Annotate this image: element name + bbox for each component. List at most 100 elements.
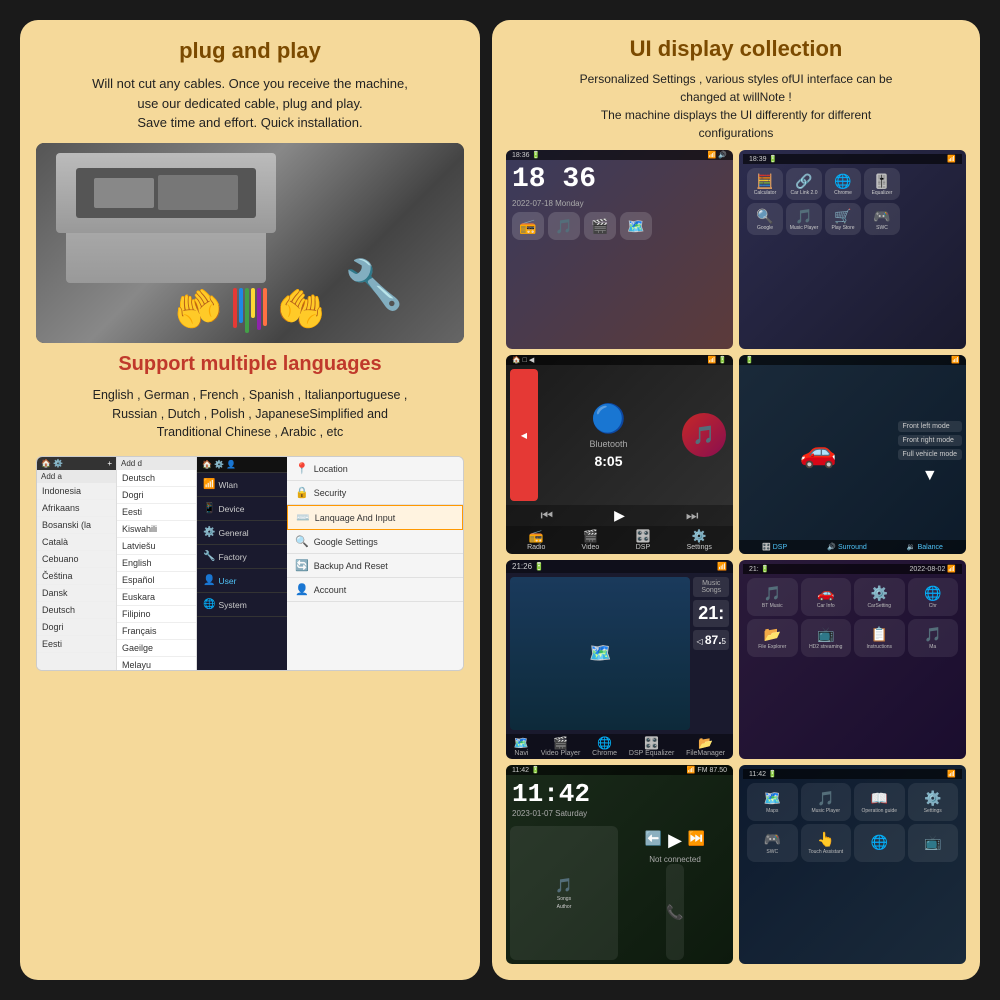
settings-language-input[interactable]: ⌨️ Lanquage And Input xyxy=(287,505,463,530)
front-left-mode[interactable]: Front left mode xyxy=(898,421,962,432)
bt-label: Bluetooth xyxy=(589,439,627,449)
app3-settings: ⚙️Settings xyxy=(908,783,959,821)
car-modes: Front left mode Front right mode Full ve… xyxy=(898,369,962,536)
settings-screenshot: 🏠⚙️+ Add a Indonesia Afrikaans Bosanski … xyxy=(36,456,464,671)
cell1-icons: 📻 🎵 🎬 🗺️ xyxy=(506,208,733,244)
settings-menu-col: 🏠 ⚙️ 👤 📶Wlan 📱Device ⚙️General 🔧Factory … xyxy=(197,457,287,670)
settings-device[interactable]: 📱Device xyxy=(197,497,287,521)
nav-time: 21: xyxy=(693,600,729,627)
bt-next[interactable]: ⏭ xyxy=(686,507,699,524)
ui-cell-app-grid-3: 11:42 🔋📶 🗺️Maps 🎵Music Player 📖Operation… xyxy=(739,765,966,964)
status-bar-1: 18:36 🔋📶 🔊 xyxy=(506,150,733,160)
clock2-songs: 🎵 Songs Author xyxy=(510,826,618,960)
nav-navi: 🗺️Navi xyxy=(514,736,529,757)
settings-system[interactable]: 🌐System xyxy=(197,593,287,617)
nav-top: 21:26 🔋📶 xyxy=(506,560,733,573)
nav-main: 🗺️ Music Songs 21: ◁ 87.5 xyxy=(506,573,733,734)
bt-center: 🔵 Bluetooth 8:05 xyxy=(541,369,676,501)
ui-cell-app-grid-2: 21: 🔋2022-08-02 📶 🎵BT Music 🚗Car Info ⚙️… xyxy=(739,560,966,759)
nav-chrome: 🌐Chrome xyxy=(592,736,617,757)
app2-hd2: 📺HD2 streaming xyxy=(801,619,852,657)
surround-item: 🔊 Surround xyxy=(827,543,866,551)
plug-play-title: plug and play xyxy=(36,38,464,64)
app-playstore: 🛒Play Store xyxy=(825,203,861,235)
ui-cell-navigation: 21:26 🔋📶 🗺️ Music Songs 21: ◁ 87.5 xyxy=(506,560,733,759)
car-main: 🚗 Front left mode Front right mode Full … xyxy=(739,365,966,540)
bt-nav-dsp: 🎛️DSP xyxy=(635,529,650,551)
app-carlink: 🔗Car Link 2.0 xyxy=(786,168,822,200)
app-grid-container: 🧮Calculator 🔗Car Link 2.0 🌐Chrome 🎚️Equa… xyxy=(743,164,962,242)
app3-touch-assistant: 👆Touch Assistant xyxy=(801,824,852,862)
bt-time: 8:05 xyxy=(594,453,622,469)
settings-user[interactable]: 👤User xyxy=(197,569,287,593)
app3-extra1: 🌐 xyxy=(854,824,905,862)
nav-video-player: 🎬Video Player xyxy=(541,736,581,757)
right-panel: UI display collection Personalized Setti… xyxy=(492,20,980,980)
app2-car-setting: ⚙️CarSetting xyxy=(854,578,905,616)
car-down-arrow: ▼ xyxy=(898,467,962,485)
ui-cell-clock2: 11:42 🔋📶 FM 87.50 11:42 2023-01-07 Satur… xyxy=(506,765,733,964)
dsp-bar: 🎛️ DSP 🔊 Surround 🔉 Balance xyxy=(739,540,966,554)
settings-location[interactable]: 📍 Location xyxy=(287,457,463,481)
bt-album-art: 🎵 xyxy=(682,413,726,457)
app3-extra2: 📺 xyxy=(908,824,959,862)
status-bar-4: 🔋📶 xyxy=(739,355,966,365)
settings-factory[interactable]: 🔧Factory xyxy=(197,545,287,569)
bt-right: 🎵 xyxy=(679,369,729,501)
nav-music-info: Music Songs xyxy=(693,577,729,597)
nav-speed: ◁ 87.5 xyxy=(693,630,729,650)
settings-google[interactable]: 🔍 Google Settings xyxy=(287,530,463,554)
radio-icon-cell1: 📻 xyxy=(512,212,544,240)
app2-bt-music: 🎵BT Music xyxy=(747,578,798,616)
cell1-date: 2022-07-18 Monday xyxy=(506,199,733,208)
clock2-prev[interactable]: ⬅️ xyxy=(645,830,662,851)
bt-nav-settings: ⚙️Settings xyxy=(687,529,712,551)
clock2-time: 11:42 xyxy=(512,779,590,809)
settings-wlan[interactable]: 📶Wlan xyxy=(197,473,287,497)
bluetooth-icon: 🔵 xyxy=(591,402,626,435)
lang-title: Support multiple languages xyxy=(36,353,464,376)
app-grid-2-container: 🎵BT Music 🚗Car Info ⚙️CarSetting 🌐Chr 📂F… xyxy=(743,574,962,661)
status-bar-3: 🏠 □ ◀📶 🔋 xyxy=(506,355,733,365)
clock2-not-connected: Not connected xyxy=(649,855,701,864)
clock2-bottom: 🎵 Songs Author ⬅️ ▶ ⏭️ Not connected 📞 xyxy=(506,822,733,964)
settings-general[interactable]: ⚙️General xyxy=(197,521,287,545)
clock2-top: 11:42 2023-01-07 Saturday xyxy=(506,775,733,822)
clock2-play[interactable]: ▶ xyxy=(668,830,682,851)
front-right-mode[interactable]: Front right mode xyxy=(898,435,962,446)
ui-cell-clock-music: 18:36 🔋📶 🔊 18 36 2022-07-18 Monday 📻 🎵 🎬… xyxy=(506,150,733,349)
app-grid-3-container: 🗺️Maps 🎵Music Player 📖Operation guide ⚙️… xyxy=(743,779,962,866)
app-google: 🔍Google xyxy=(747,203,783,235)
left-panel: plug and play Will not cut any cables. O… xyxy=(20,20,480,980)
app2-ma: 🎵Ma xyxy=(908,619,959,657)
clock2-next[interactable]: ⏭️ xyxy=(688,830,705,851)
settings-account[interactable]: 👤 Account xyxy=(287,578,463,602)
main-container: plug and play Will not cut any cables. O… xyxy=(10,10,990,990)
app-music-player: 🎵Music Player xyxy=(786,203,822,235)
bt-main: ◀ 🔵 Bluetooth 8:05 🎵 xyxy=(506,365,733,505)
settings-security[interactable]: 🔒 Security xyxy=(287,481,463,505)
status-bar-7: 11:42 🔋📶 FM 87.50 xyxy=(506,765,733,775)
ui-collection-title: UI display collection xyxy=(506,36,966,62)
music-icon-cell1: 🎵 xyxy=(548,212,580,240)
app2-instructions: 📋Instructions xyxy=(854,619,905,657)
car-display: 🚗 xyxy=(743,369,894,536)
plug-play-desc: Will not cut any cables. Once you receiv… xyxy=(36,74,464,133)
app2-chrome: 🌐Chr xyxy=(908,578,959,616)
bt-prev[interactable]: ⏮ xyxy=(541,507,554,524)
bt-nav-radio: 📻Radio xyxy=(527,529,545,551)
app-swc: 🎮SWC xyxy=(864,203,900,235)
app-row-2: 🔍Google 🎵Music Player 🛒Play Store 🎮SWC xyxy=(747,203,958,235)
ui-grid: 18:36 🔋📶 🔊 18 36 2022-07-18 Monday 📻 🎵 🎬… xyxy=(506,150,966,964)
full-vehicle-mode[interactable]: Full vehicle mode xyxy=(898,449,962,460)
bt-controls: ⏮ ▶ ⏭ xyxy=(506,505,733,526)
status-bar-8: 11:42 🔋📶 xyxy=(743,769,962,779)
ui-cell-bluetooth: 🏠 □ ◀📶 🔋 ◀ 🔵 Bluetooth 8:05 🎵 ⏮ ▶ xyxy=(506,355,733,554)
cell1-time: 18 36 xyxy=(506,160,733,199)
settings-backup[interactable]: 🔄 Backup And Reset xyxy=(287,554,463,578)
nav-bottom-bar: 🗺️Navi 🎬Video Player 🌐Chrome 🎛️DSP Equal… xyxy=(506,734,733,759)
ui-cell-app-grid: 18:39 🔋📶 🧮Calculator 🔗Car Link 2.0 🌐Chro… xyxy=(739,150,966,349)
app-equalizer: 🎚️Equalizer xyxy=(864,168,900,200)
app-row-1: 🧮Calculator 🔗Car Link 2.0 🌐Chrome 🎚️Equa… xyxy=(747,168,958,200)
bt-play[interactable]: ▶ xyxy=(614,507,625,524)
